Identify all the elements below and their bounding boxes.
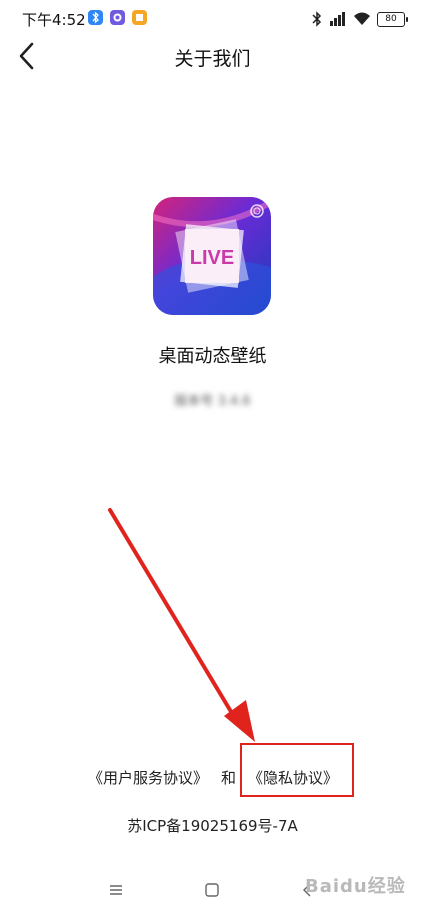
and-text: 和 bbox=[221, 769, 237, 787]
menu-button[interactable] bbox=[108, 882, 124, 902]
annotation-highlight-box bbox=[240, 743, 354, 797]
watermark: Baidu经验 bbox=[305, 876, 406, 897]
home-icon bbox=[205, 883, 219, 897]
agreement-links: 《用户服务协议》 和 《隐私协议》 bbox=[0, 767, 425, 791]
menu-icon bbox=[110, 885, 122, 895]
home-button[interactable] bbox=[204, 882, 220, 902]
user-agreement-link[interactable]: 《用户服务协议》 bbox=[88, 767, 208, 788]
icp-record: 苏ICP备19025169号-7A bbox=[127, 817, 298, 835]
